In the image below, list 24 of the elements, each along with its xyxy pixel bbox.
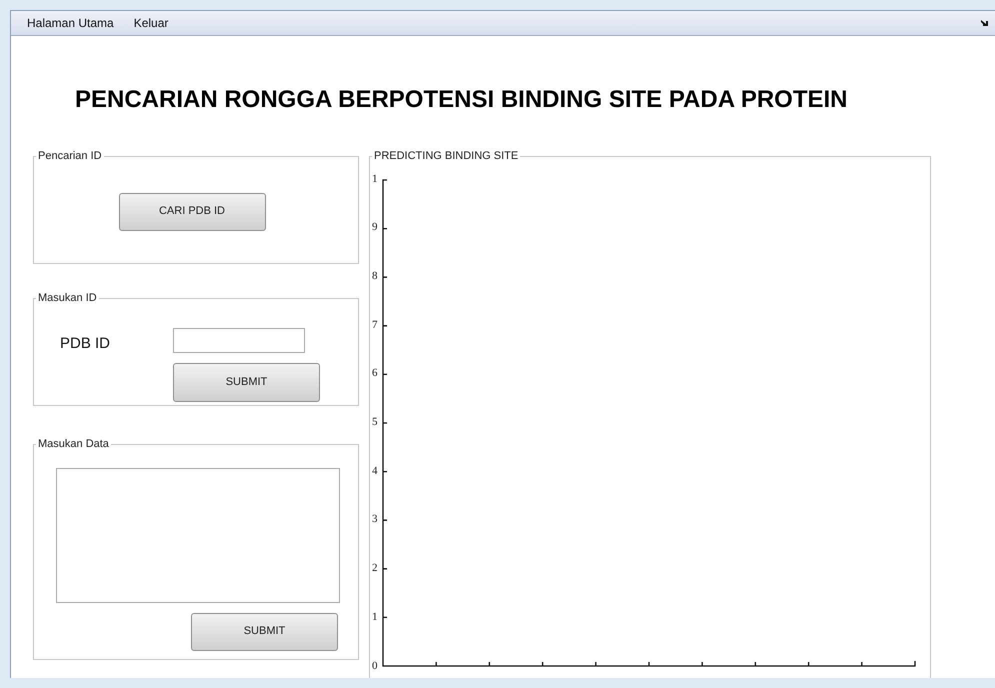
axis-tick-label: 0 xyxy=(372,660,378,672)
submit-button[interactable]: SUBMIT xyxy=(173,362,320,402)
axis-tick-label: 6 xyxy=(372,367,378,380)
axis-tick-label: 2 xyxy=(372,562,378,574)
axis-tick-label: 8 xyxy=(372,270,378,282)
menu-item[interactable]: Halaman Utama xyxy=(27,14,114,32)
search-button[interactable]: CARI PDB ID xyxy=(118,192,266,230)
group-title: Masukan ID xyxy=(37,291,98,306)
axis-tick-label: 7 xyxy=(372,318,378,331)
axis-tick-label: 1 xyxy=(372,610,378,623)
group-title: PREDICTING BINDING SITE xyxy=(373,149,520,164)
pdb-id-field[interactable] xyxy=(173,328,305,352)
axis-tick-label: 4 xyxy=(372,464,378,477)
axis-tick-label: 1 xyxy=(372,172,378,184)
field-label: PDB ID xyxy=(60,334,110,354)
arrow-icon[interactable] xyxy=(981,19,989,27)
menu-item[interactable]: Keluar xyxy=(134,14,168,32)
page-title: PENCARIAN RONGGA BERPOTENSI BINDING SITE PADA PROTEIN xyxy=(75,85,848,115)
axis-tick-label: 3 xyxy=(372,513,378,526)
axis-tick-label: 5 xyxy=(372,416,378,428)
axis-tick-label: 9 xyxy=(372,221,378,234)
group-title: Pencarian ID xyxy=(37,149,103,164)
submit-button[interactable]: SUBMIT xyxy=(191,612,338,650)
group-title: Masukan Data xyxy=(37,437,110,452)
